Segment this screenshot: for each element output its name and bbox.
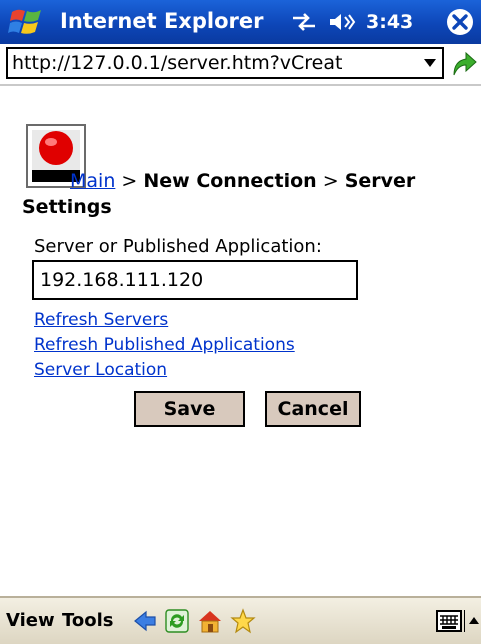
title-bar: Internet Explorer 3:43: [0, 0, 481, 44]
page-content: Main > New Connection > Server Settings …: [0, 86, 481, 596]
url-input[interactable]: http://127.0.0.1/server.htm?vCreat: [6, 47, 444, 79]
connectivity-icon[interactable]: [290, 10, 318, 34]
menu-view[interactable]: View: [6, 610, 55, 631]
clock: 3:43: [366, 11, 414, 33]
server-location-link[interactable]: Server Location: [34, 360, 167, 380]
refresh-icon[interactable]: [164, 608, 190, 634]
home-icon[interactable]: [197, 608, 223, 634]
breadcrumb-main-link[interactable]: Main: [70, 170, 115, 192]
action-links: Refresh Servers Refresh Published Applic…: [34, 308, 295, 383]
save-button[interactable]: Save: [134, 391, 245, 427]
breadcrumb-new-connection: New Connection: [143, 170, 317, 192]
close-icon[interactable]: [446, 8, 474, 36]
server-field-label: Server or Published Application:: [34, 236, 322, 257]
volume-icon[interactable]: [328, 10, 356, 34]
refresh-published-applications-link[interactable]: Refresh Published Applications: [34, 335, 295, 355]
server-input[interactable]: [32, 260, 358, 300]
chevron-down-icon: [424, 59, 436, 67]
breadcrumb-separator: >: [316, 170, 345, 192]
go-arrow-icon[interactable]: [448, 49, 478, 79]
breadcrumb: Main > New Connection > Server Settings: [22, 168, 472, 220]
url-text[interactable]: http://127.0.0.1/server.htm?vCreat: [12, 52, 342, 74]
refresh-servers-link[interactable]: Refresh Servers: [34, 310, 168, 330]
windows-flag-icon[interactable]: [8, 6, 48, 38]
favorites-icon[interactable]: [230, 608, 256, 634]
menu-bar: View Tools: [0, 596, 481, 644]
menu-tools[interactable]: Tools: [62, 610, 114, 631]
app-title: Internet Explorer: [60, 9, 264, 33]
system-tray: 3:43: [290, 8, 413, 36]
back-icon[interactable]: [132, 608, 158, 634]
keyboard-icon[interactable]: [436, 610, 462, 632]
cancel-button[interactable]: Cancel: [265, 391, 361, 427]
url-dropdown-button[interactable]: [418, 49, 442, 77]
input-panel-arrow-icon[interactable]: [464, 608, 480, 634]
address-bar: http://127.0.0.1/server.htm?vCreat: [0, 44, 481, 86]
breadcrumb-separator: >: [115, 170, 144, 192]
